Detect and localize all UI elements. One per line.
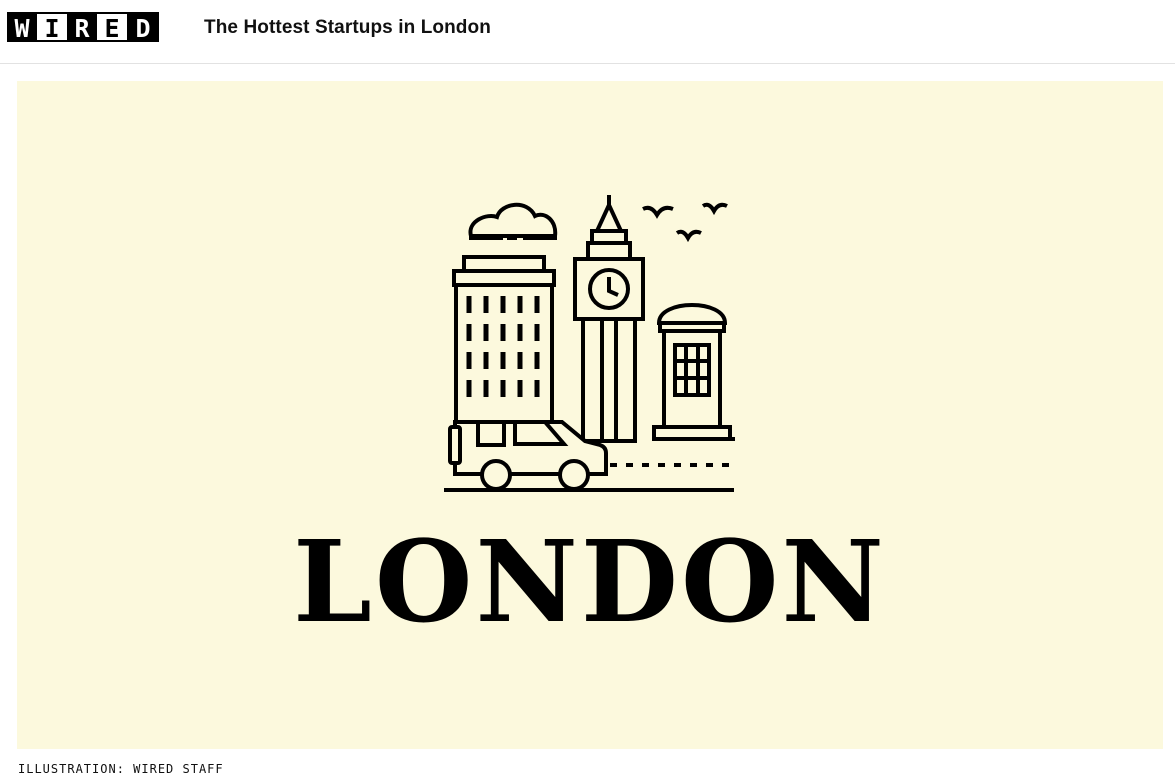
logo-letter-d: D bbox=[127, 12, 159, 43]
birds-icon bbox=[642, 202, 728, 243]
city-title: LONDON bbox=[293, 517, 887, 648]
logo-letter-e: E bbox=[97, 12, 127, 43]
logo-letter-w: W bbox=[7, 12, 37, 43]
phone-box-icon bbox=[652, 303, 735, 441]
logo-letter-i: I bbox=[37, 12, 67, 43]
article-title: The Hottest Startups in London bbox=[204, 17, 491, 38]
hero-illustration: LONDON bbox=[17, 81, 1163, 749]
office-building-icon bbox=[452, 255, 556, 425]
wired-logo[interactable]: W I R E D bbox=[7, 12, 159, 43]
clock-icon bbox=[588, 268, 630, 310]
big-ben-icon bbox=[573, 195, 645, 443]
illustration-credit: ILLUSTRATION: WIRED STAFF bbox=[18, 762, 224, 776]
top-bar: W I R E D The Hottest Startups in London bbox=[0, 0, 1175, 64]
logo-letter-r: R bbox=[67, 12, 97, 43]
cloud-icon bbox=[468, 202, 558, 240]
